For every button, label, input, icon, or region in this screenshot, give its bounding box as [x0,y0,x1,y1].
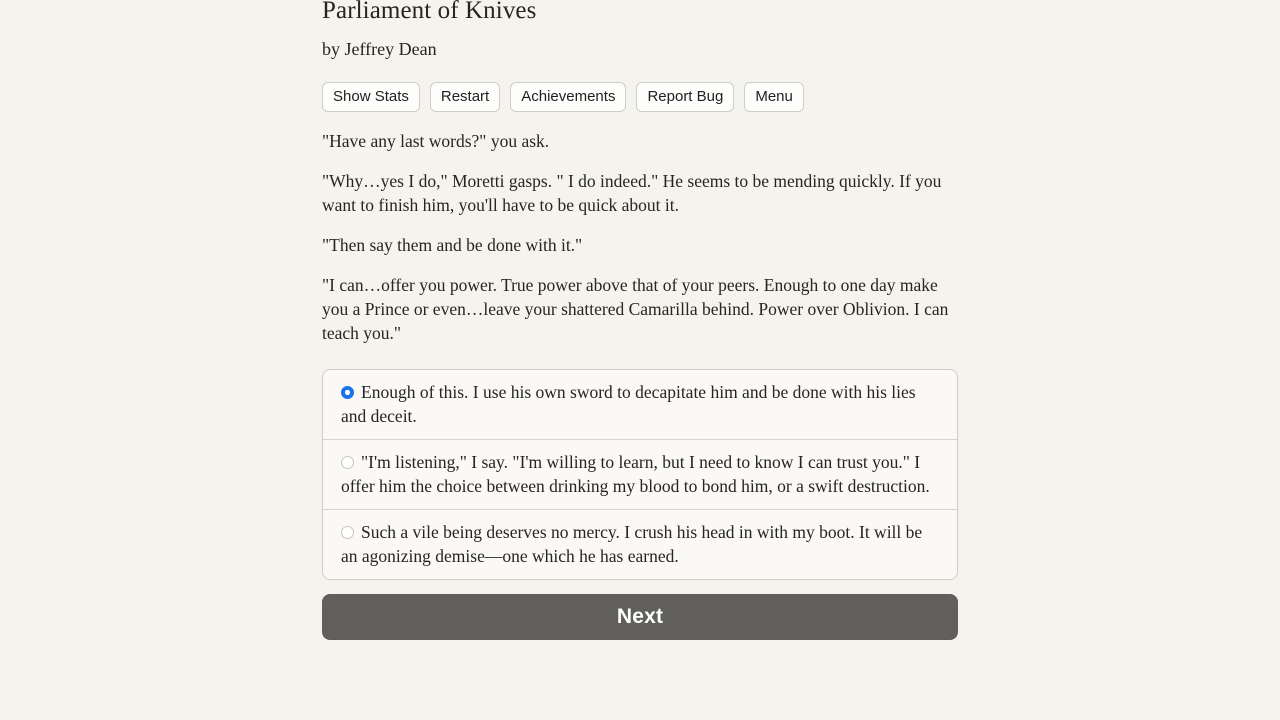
choice-label: Such a vile being deserves no mercy. I c… [341,522,923,566]
report-bug-button[interactable]: Report Bug [636,82,735,112]
story-text: "Have any last words?" you ask. "Why…yes… [322,129,958,345]
page-title: Parliament of Knives [322,0,537,24]
choice-option-1[interactable]: Enough of this. I use his own sword to d… [323,370,957,440]
radio-icon[interactable] [341,526,354,539]
choice-option-3[interactable]: Such a vile being deserves no mercy. I c… [323,510,957,579]
author-byline: by Jeffrey Dean [322,39,437,59]
next-button[interactable]: Next [322,594,958,640]
game-page: Parliament of Knives by Jeffrey Dean Sho… [322,0,958,640]
game-toolbar: Show Stats Restart Achievements Report B… [322,82,958,112]
restart-button[interactable]: Restart [429,82,501,112]
show-stats-button[interactable]: Show Stats [322,82,420,112]
story-paragraph: "Have any last words?" you ask. [322,131,550,151]
choice-label: "I'm listening," I say. "I'm willing to … [341,452,930,496]
radio-icon[interactable] [341,456,354,469]
choice-option-2[interactable]: "I'm listening," I say. "I'm willing to … [323,440,957,510]
story-paragraph: "Then say them and be done with it." [322,235,583,255]
achievements-button[interactable]: Achievements [510,82,627,112]
story-paragraph: "Why…yes I do," Moretti gasps. " I do in… [322,171,942,215]
menu-button[interactable]: Menu [744,82,804,112]
story-paragraph: "I can…offer you power. True power above… [322,275,949,343]
radio-icon-selected[interactable] [341,386,354,399]
choice-label: Enough of this. I use his own sword to d… [341,382,916,426]
choice-list: Enough of this. I use his own sword to d… [322,369,958,580]
